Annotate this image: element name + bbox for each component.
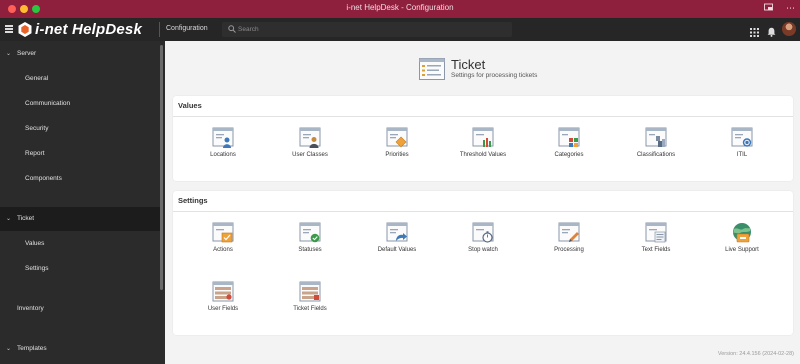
default-values-icon: [386, 222, 408, 242]
locations-icon: [212, 127, 234, 148]
search-icon: [228, 25, 236, 33]
menu-icon[interactable]: [5, 25, 13, 33]
sidebar-item-security[interactable]: Security: [0, 117, 160, 141]
tile-processing[interactable]: Processing: [526, 222, 612, 262]
threshold-values-icon: [472, 127, 494, 147]
search-input[interactable]: [238, 24, 498, 35]
classifications-icon: [645, 127, 667, 147]
app-header: i-net HelpDesk Configuration: [0, 18, 800, 41]
apps-grid-icon[interactable]: [750, 24, 759, 42]
chevron-down-icon: ⌄: [6, 346, 12, 352]
tile-priorities[interactable]: Priorities: [354, 127, 440, 167]
tile-categories[interactable]: Categories: [526, 127, 612, 167]
sidebar-item-general[interactable]: General: [0, 67, 160, 91]
settings-card-title: Settings: [178, 196, 208, 205]
section-label[interactable]: Configuration: [166, 25, 208, 32]
tile-label: ITIL: [736, 152, 748, 158]
tile-label: Categories: [554, 152, 584, 158]
live-support-icon: [733, 223, 751, 243]
tile-label: Actions: [213, 247, 233, 253]
values-card: Values Locations User Classes Priorities…: [173, 96, 793, 181]
sidebar-scrollbar[interactable]: [160, 45, 163, 290]
actions-icon: [212, 222, 234, 243]
sidebar-item-inventory[interactable]: Inventory: [0, 297, 160, 321]
app-logo[interactable]: i-net HelpDesk: [18, 21, 142, 38]
sidebar-item-values[interactable]: Values: [0, 232, 160, 256]
processing-icon: [558, 222, 580, 242]
search-box[interactable]: [222, 22, 512, 37]
app-name: i-net HelpDesk: [35, 21, 142, 38]
statuses-icon: [299, 222, 321, 243]
tile-stop-watch[interactable]: Stop watch: [440, 222, 526, 262]
priorities-icon: [386, 127, 408, 148]
user-fields-icon: [212, 281, 234, 302]
tile-itil[interactable]: ITIL: [699, 127, 785, 167]
page-subtitle: Settings for processing tickets: [451, 72, 538, 79]
tile-user-classes[interactable]: User Classes: [267, 127, 353, 167]
chevron-down-icon: ⌄: [6, 216, 12, 222]
window-titlebar: i-net HelpDesk - Configuration ⋯: [0, 0, 800, 18]
sidebar-item-report[interactable]: Report: [0, 142, 160, 166]
tile-label: Classifications: [636, 152, 676, 158]
values-card-title: Values: [178, 101, 202, 110]
header-divider: [159, 22, 160, 37]
user-classes-icon: [299, 127, 321, 148]
tile-label: Threshold Values: [459, 152, 507, 158]
tile-label: Processing: [554, 247, 584, 253]
sidebar-group-label: Server: [17, 50, 37, 57]
tile-default-values[interactable]: Default Values: [354, 222, 440, 262]
tile-label: Ticket Fields: [293, 306, 327, 312]
tile-label: User Fields: [207, 306, 239, 312]
categories-icon: [558, 127, 580, 147]
sidebar-group-server[interactable]: ⌄ Server: [0, 42, 160, 66]
tile-label: Default Values: [377, 247, 417, 253]
sidebar-group-templates[interactable]: ⌄ Templates: [0, 337, 160, 361]
inet-logo-icon: [18, 22, 32, 37]
card-divider: [173, 116, 793, 117]
version-label: Version: 24.4.156 (2024-02-28): [717, 351, 794, 357]
sidebar-item-settings[interactable]: Settings: [0, 257, 160, 281]
tile-text-fields[interactable]: Text Fields: [613, 222, 699, 262]
window-title: i-net HelpDesk - Configuration: [346, 3, 454, 12]
tile-label: Text Fields: [641, 247, 671, 253]
tile-locations[interactable]: Locations: [180, 127, 266, 167]
ticket-settings-icon: [419, 58, 445, 80]
sidebar-item-communication[interactable]: Communication: [0, 92, 160, 116]
user-avatar[interactable]: [782, 22, 796, 36]
settings-card: Settings Actions Statuses Default Values…: [173, 191, 793, 335]
tile-label: Live Support: [725, 247, 759, 253]
notifications-bell-icon[interactable]: [767, 24, 776, 42]
cast-icon[interactable]: [764, 3, 773, 15]
text-fields-icon: [645, 222, 667, 243]
tile-actions[interactable]: Actions: [180, 222, 266, 262]
main-content: Ticket Settings for processing tickets V…: [165, 41, 800, 364]
tile-label: Locations: [210, 152, 236, 158]
itil-icon: [731, 127, 753, 147]
tile-label: Statuses: [298, 247, 322, 253]
sidebar-group-ticket[interactable]: ⌄ Ticket: [0, 207, 160, 231]
chevron-down-icon: ⌄: [6, 51, 12, 57]
tile-label: User Classes: [292, 152, 328, 158]
stop-watch-icon: [472, 222, 494, 243]
sidebar: ⌄ Server General Communication Security …: [0, 41, 165, 364]
tile-statuses[interactable]: Statuses: [267, 222, 353, 262]
tile-live-support[interactable]: Live Support: [699, 222, 785, 262]
ticket-fields-icon: [299, 281, 321, 302]
tile-classifications[interactable]: Classifications: [613, 127, 699, 167]
sidebar-group-label: Ticket: [17, 215, 35, 222]
tile-user-fields[interactable]: User Fields: [180, 281, 266, 321]
tile-threshold-values[interactable]: Threshold Values: [440, 127, 526, 167]
tile-ticket-fields[interactable]: Ticket Fields: [267, 281, 353, 321]
more-options-icon[interactable]: ⋯: [786, 3, 795, 14]
card-divider: [173, 211, 793, 212]
tile-label: Stop watch: [468, 247, 498, 253]
page-title: Ticket: [451, 57, 486, 72]
tile-label: Priorities: [385, 152, 409, 158]
sidebar-group-label: Templates: [17, 345, 47, 352]
sidebar-item-components[interactable]: Components: [0, 167, 160, 191]
